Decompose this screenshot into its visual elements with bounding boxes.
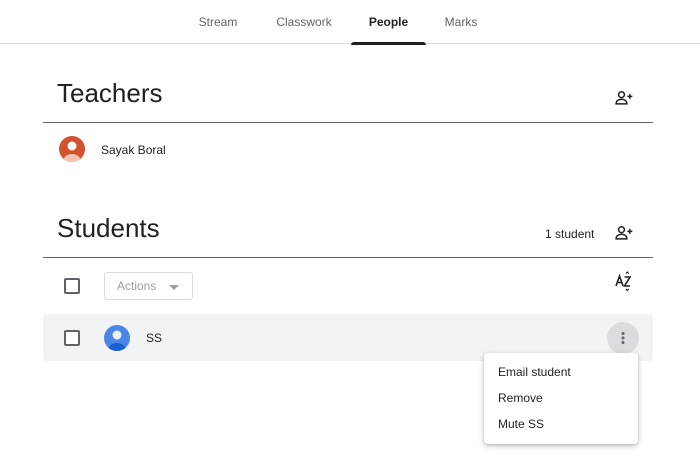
select-all-checkbox[interactable] bbox=[64, 278, 80, 294]
students-heading: Students bbox=[57, 213, 160, 243]
avatar bbox=[104, 325, 130, 351]
student-checkbox[interactable] bbox=[64, 330, 80, 346]
teacher-name[interactable]: Sayak Boral bbox=[101, 143, 166, 157]
person-add-icon bbox=[615, 226, 633, 240]
menu-item-email-student[interactable]: Email student bbox=[484, 359, 638, 385]
sort-az-icon bbox=[615, 271, 632, 292]
more-vert-icon bbox=[621, 332, 625, 344]
person-add-icon bbox=[615, 91, 633, 105]
person-icon bbox=[108, 330, 126, 351]
teachers-heading: Teachers bbox=[57, 78, 163, 108]
student-more-button[interactable] bbox=[607, 322, 639, 354]
tab-marks[interactable]: Marks bbox=[436, 0, 486, 44]
menu-item-mute[interactable]: Mute SS bbox=[484, 411, 638, 437]
avatar bbox=[59, 136, 85, 162]
sort-button[interactable] bbox=[610, 268, 636, 294]
menu-item-remove[interactable]: Remove bbox=[484, 385, 638, 411]
actions-label: Actions bbox=[117, 279, 157, 293]
person-icon bbox=[63, 141, 81, 162]
student-count: 1 student bbox=[545, 227, 595, 241]
top-nav: Stream Classwork People Marks bbox=[0, 0, 700, 45]
chevron-down-icon bbox=[169, 285, 179, 290]
invite-teacher-button[interactable] bbox=[611, 85, 637, 111]
student-context-menu: Email student Remove Mute SS bbox=[484, 353, 638, 444]
tab-classwork[interactable]: Classwork bbox=[266, 0, 342, 44]
students-divider bbox=[43, 257, 653, 258]
tab-people[interactable]: People bbox=[351, 0, 426, 45]
student-name[interactable]: SS bbox=[146, 331, 162, 345]
actions-dropdown[interactable]: Actions bbox=[104, 272, 193, 300]
tab-stream[interactable]: Stream bbox=[190, 0, 246, 44]
teachers-divider bbox=[43, 122, 653, 123]
invite-student-button[interactable] bbox=[611, 220, 637, 246]
